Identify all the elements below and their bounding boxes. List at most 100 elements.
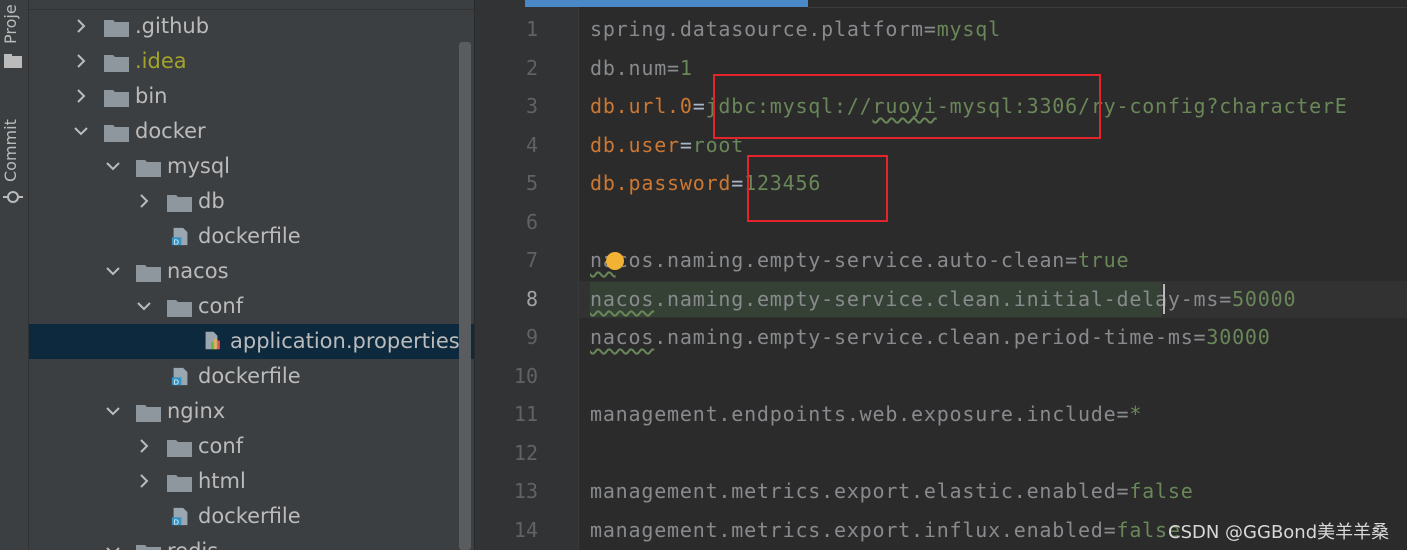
svg-text:D: D <box>174 378 179 386</box>
folder-icon <box>104 90 129 107</box>
tree-item-label: dockerfile <box>198 504 301 528</box>
chevron-down-icon[interactable] <box>73 123 89 139</box>
dockerfile-icon: D <box>171 227 188 246</box>
property-value: 50000 <box>1232 287 1297 311</box>
chevron-right-icon[interactable] <box>73 88 89 104</box>
property-key: spring.datasource.platform <box>590 17 924 41</box>
dockerfile-icon: D <box>171 507 188 526</box>
property-value: 30000 <box>1206 325 1271 349</box>
tree-item-application-properties[interactable]: application.properties <box>29 324 474 359</box>
watermark: CSDN @GGBond美羊羊桑 <box>1168 522 1390 543</box>
folder-icon <box>167 475 192 492</box>
tree-item-nginx[interactable]: nginx <box>29 394 474 429</box>
line-number: 9 <box>525 325 538 349</box>
assign-operator: = <box>1103 518 1117 542</box>
property-value: 1 <box>679 56 693 80</box>
chevron-right-icon[interactable] <box>73 18 89 34</box>
property-value: false <box>1129 479 1194 503</box>
line-number: 14 <box>513 518 538 542</box>
tree-item-label: docker <box>135 119 206 143</box>
line-number: 12 <box>513 441 538 465</box>
folder-icon <box>136 265 161 282</box>
code-line-8[interactable]: nacos.naming.empty-service.clean.initial… <box>590 287 1296 311</box>
chevron-down-icon[interactable] <box>136 298 152 314</box>
folder-icon <box>136 405 161 422</box>
chevron-right-icon[interactable] <box>73 53 89 69</box>
property-key: cos.naming.empty-service.auto-clean <box>615 248 1066 272</box>
tree-item-conf[interactable]: conf <box>29 289 474 324</box>
tree-item-label: conf <box>198 434 244 458</box>
tree-item-redis[interactable]: redis <box>29 534 474 550</box>
assign-operator: = <box>692 94 706 118</box>
lightbulb-icon[interactable] <box>606 252 624 270</box>
code-line-2[interactable]: db.num=1 <box>590 56 693 80</box>
project-tree: .github .idea bin docker mysql db D dock… <box>29 0 474 550</box>
active-tab-indicator <box>525 0 808 7</box>
line-number-gutter <box>475 0 578 550</box>
tree-item-mysql-dockerfile[interactable]: D dockerfile <box>29 219 474 254</box>
assign-operator: = <box>1219 287 1233 311</box>
folder-icon <box>136 545 161 550</box>
annotation-box-password <box>747 155 888 222</box>
assign-operator: = <box>667 56 680 80</box>
property-key-typo: nacos <box>590 287 655 311</box>
chevron-down-icon[interactable] <box>105 263 121 279</box>
tree-item-bin[interactable]: bin <box>29 79 474 114</box>
chevron-down-icon[interactable] <box>105 543 121 550</box>
project-tool-tab[interactable]: Proje <box>1 0 20 44</box>
folder-icon <box>104 55 129 72</box>
assign-operator: = <box>1116 402 1130 426</box>
commit-icon[interactable] <box>3 187 23 207</box>
property-value: mysql <box>936 17 1001 41</box>
folder-icon <box>167 195 192 212</box>
chevron-down-icon[interactable] <box>105 403 121 419</box>
tree-item-nacos[interactable]: nacos <box>29 254 474 289</box>
folder-icon <box>167 440 192 457</box>
chevron-down-icon[interactable] <box>105 158 121 174</box>
folder-icon[interactable] <box>3 53 23 69</box>
tree-item-docker[interactable]: docker <box>29 114 474 149</box>
code-line-13[interactable]: management.metrics.export.elastic.enable… <box>590 479 1194 503</box>
chevron-right-icon[interactable] <box>136 193 152 209</box>
chevron-right-icon[interactable] <box>136 473 152 489</box>
tree-item-label: dockerfile <box>198 364 301 388</box>
tree-item-nginx-dockerfile[interactable]: D dockerfile <box>29 499 474 534</box>
tree-item-label: application.properties <box>230 329 460 353</box>
tree-scrollbar[interactable] <box>459 42 471 550</box>
line-number: 7 <box>525 248 538 272</box>
line-number: 1 <box>525 17 538 41</box>
tree-item-idea[interactable]: .idea <box>29 44 474 79</box>
code-line-9[interactable]: nacos.naming.empty-service.clean.period-… <box>590 325 1271 349</box>
property-key-typo: nacos <box>590 325 655 349</box>
tree-item-nacos-dockerfile[interactable]: D dockerfile <box>29 359 474 394</box>
code-line-7[interactable]: nacos.naming.empty-service.auto-clean=tr… <box>590 248 1129 272</box>
property-key: db.password <box>590 171 732 195</box>
tree-item-mysql[interactable]: mysql <box>29 149 474 184</box>
tree-item-html[interactable]: html <box>29 464 474 499</box>
svg-text:D: D <box>174 518 179 526</box>
properties-file-icon <box>205 331 220 350</box>
code-line-1[interactable]: spring.datasource.platform=mysql <box>590 17 1001 41</box>
property-key: management.endpoints.web.exposure.includ… <box>590 402 1117 426</box>
tree-item-db[interactable]: db <box>29 184 474 219</box>
tree-item-label: nginx <box>167 399 226 423</box>
line-number: 13 <box>513 479 538 503</box>
tree-item-label: mysql <box>167 154 230 178</box>
tree-item-github[interactable]: .github <box>29 9 474 44</box>
text-caret <box>1163 284 1165 314</box>
folder-icon <box>167 300 192 317</box>
tree-item-nginx-conf[interactable]: conf <box>29 429 474 464</box>
tree-item-label: dockerfile <box>198 224 301 248</box>
tree-item-label: .idea <box>135 49 187 73</box>
dockerfile-icon: D <box>171 367 188 386</box>
chevron-right-icon[interactable] <box>136 438 152 454</box>
property-key: db.url.0 <box>590 94 693 118</box>
property-value: true <box>1077 248 1130 272</box>
tool-window-stripe: Proje Commit <box>0 0 29 550</box>
assign-operator: = <box>1193 325 1207 349</box>
line-number: 10 <box>513 364 538 388</box>
code-line-11[interactable]: management.endpoints.web.exposure.includ… <box>590 402 1142 426</box>
code-line-14[interactable]: management.metrics.export.influx.enabled… <box>590 518 1181 542</box>
commit-tool-tab[interactable]: Commit <box>1 106 20 182</box>
tree-item-label: redis <box>167 539 218 550</box>
